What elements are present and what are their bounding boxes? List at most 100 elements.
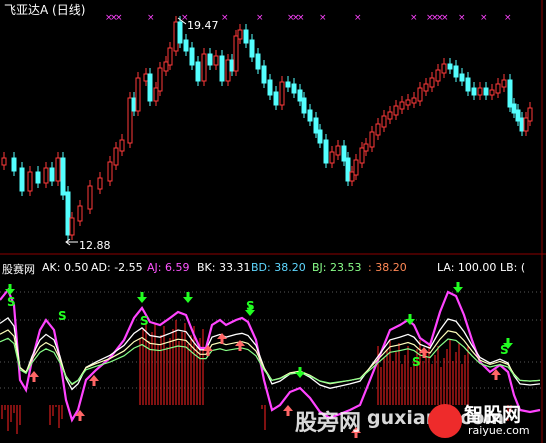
candle-body [97, 177, 103, 190]
candle-body [359, 147, 365, 164]
logo-text: 智股网 [464, 404, 522, 426]
candle-body [163, 61, 169, 72]
candle-body [143, 73, 149, 82]
candle-body [273, 91, 279, 106]
candle-body [399, 101, 405, 110]
indicator-value: LB: ( [500, 261, 526, 274]
candle-body [243, 29, 249, 44]
candle-body [441, 63, 447, 74]
candle-body [387, 111, 393, 120]
signal-letter: S [7, 295, 16, 309]
indicator-legend: 股赛网 AK: 0.50 AD: -2.55 AJ: 6.59 BK: 33.31 BD:… [2, 261, 542, 276]
candle-body [435, 69, 441, 82]
candle-body [119, 139, 125, 152]
candle-body [495, 83, 501, 94]
top-marker: × [504, 13, 512, 23]
top-marker: × [441, 13, 449, 23]
logo-icon [428, 404, 462, 438]
candle-body [527, 107, 533, 122]
candle-body [201, 53, 207, 82]
top-marker: × [221, 13, 229, 23]
chart-title: 飞亚达A (日线) [4, 3, 86, 17]
top-marker: × [354, 13, 362, 23]
candle-body [189, 47, 195, 66]
candle-body [279, 81, 285, 106]
candle-body [417, 87, 423, 102]
candle-body [429, 77, 435, 88]
indicator-value: LA: 100.00 [437, 261, 497, 274]
candle-body [55, 157, 61, 182]
indicator-value: BK: 33.31 [197, 261, 251, 274]
candle-body [207, 53, 213, 66]
candle-body [131, 97, 137, 112]
candle-body [237, 29, 243, 40]
candle-body [135, 77, 141, 112]
indicator-value: AD: -2.55 [91, 261, 143, 274]
stock-chart[interactable]: ××× × × × × ××× × × × ×××× × × × 19.47 12.88 SS SSSS [0, 0, 546, 443]
candle-body [453, 65, 459, 78]
low-price-label: 12.88 [79, 239, 111, 252]
candle-body [301, 97, 307, 114]
logo-badge: 智股网 raiyue.com [428, 398, 540, 440]
watermark-left: 股旁网 [295, 411, 362, 436]
candle-body [267, 79, 273, 96]
candle-body [87, 185, 93, 210]
candle-body [249, 39, 255, 58]
candle-body [323, 139, 329, 164]
candle-body [65, 191, 71, 236]
candle-body [195, 61, 201, 82]
candle-body [291, 83, 297, 94]
candle-body [297, 89, 303, 102]
signal-letter: S [246, 299, 255, 313]
candle-body [35, 171, 41, 184]
candle-body [113, 147, 119, 166]
candle-body [329, 151, 335, 164]
candle-body [477, 87, 483, 96]
candle-body [19, 167, 25, 192]
candle-body [49, 167, 55, 182]
logo-subtext: raiyue.com [468, 424, 530, 437]
candle-body [255, 53, 261, 70]
signal-letter: S [412, 355, 421, 369]
candle-body [177, 21, 183, 44]
candle-body [173, 21, 179, 52]
candle-body [349, 171, 355, 182]
top-marker: × [147, 13, 155, 23]
candle-body [285, 81, 291, 88]
candle-body [107, 161, 113, 182]
candle-body [167, 47, 173, 66]
top-marker: × [256, 13, 264, 23]
candle-body [317, 129, 323, 144]
signal-letter: S [58, 309, 67, 323]
candle-body [519, 117, 525, 132]
top-marker: × [480, 13, 488, 23]
candle-body [353, 159, 359, 176]
candle-body [313, 117, 319, 134]
candle-body [43, 167, 49, 184]
indicator-value: BD: 38.20 [251, 261, 306, 274]
candle-body [515, 109, 521, 122]
candle-body [183, 39, 189, 52]
indicator-value: AJ: 6.59 [147, 261, 190, 274]
high-price-label: 19.47 [187, 19, 219, 32]
candle-body [27, 171, 33, 192]
candle-body [369, 131, 375, 148]
candle-body [307, 109, 313, 122]
indicator-value: : 38.20 [368, 261, 407, 274]
candle-body [157, 67, 163, 92]
indicator-value: AK: 0.50 [42, 261, 89, 274]
candle-body [233, 35, 239, 72]
candle-body [489, 89, 495, 96]
candle-body [77, 205, 83, 222]
candle-body [261, 65, 267, 84]
candle-body [153, 87, 159, 102]
top-marker: × [410, 13, 418, 23]
candle-body [127, 97, 133, 144]
candle-body [381, 115, 387, 128]
indicator-name: 股赛网 [2, 263, 35, 276]
candle-body [375, 123, 381, 136]
candle-body [229, 59, 235, 72]
candle-body [341, 145, 347, 162]
candle-body [147, 73, 153, 102]
candle-body [405, 99, 411, 106]
